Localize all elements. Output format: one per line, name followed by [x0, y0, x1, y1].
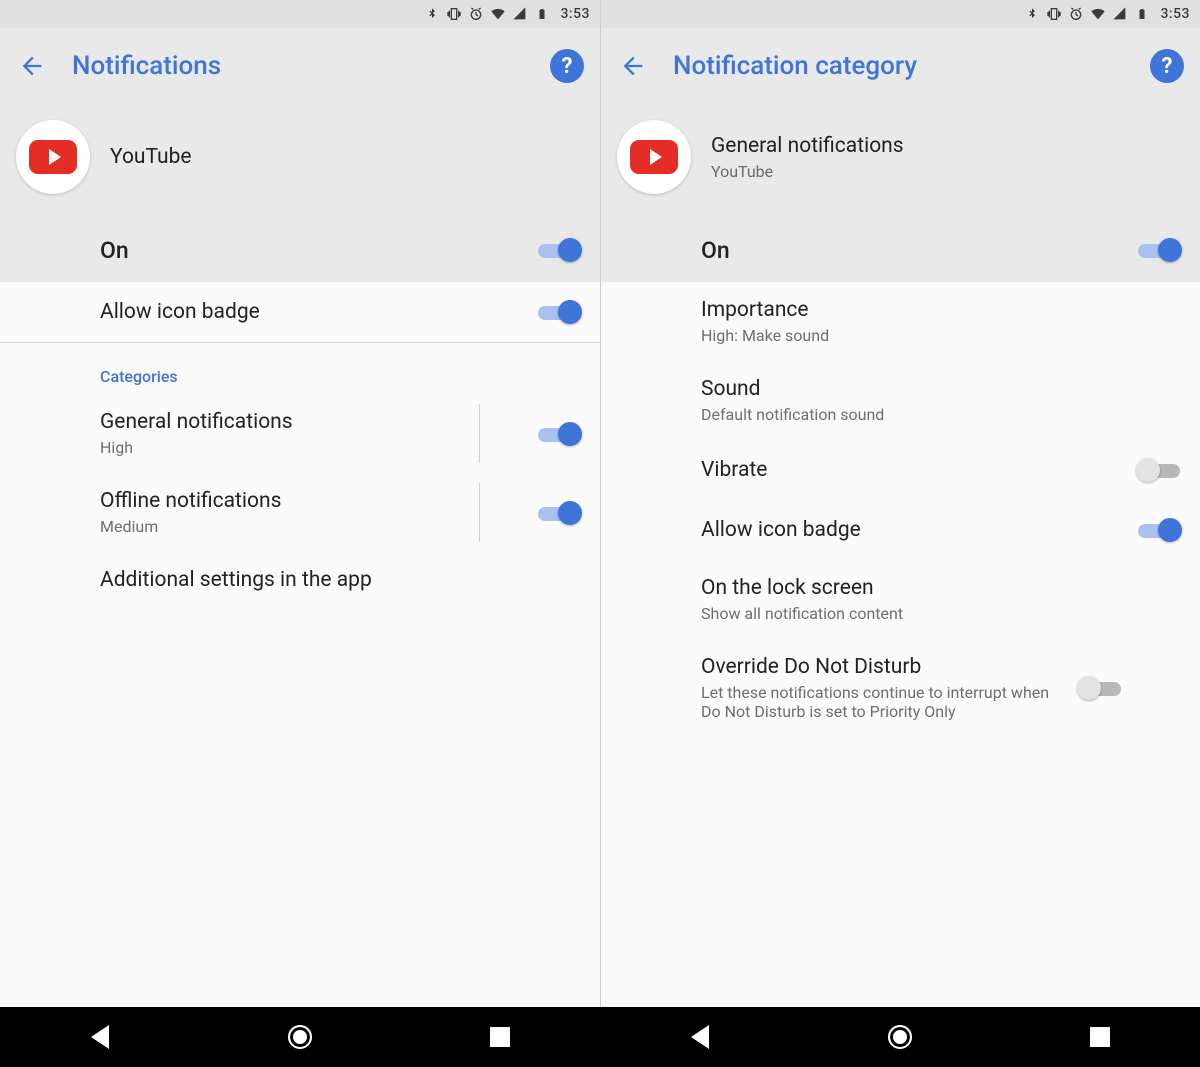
lock-screen-title: On the lock screen — [701, 576, 1182, 600]
status-bar: 3:53 — [0, 0, 600, 28]
importance-row[interactable]: Importance High: Make sound — [601, 282, 1200, 361]
additional-settings-label: Additional settings in the app — [100, 568, 582, 592]
override-dnd-sub: Let these notifications continue to inte… — [701, 683, 1061, 721]
nav-home-button[interactable] — [286, 1023, 314, 1051]
category-offline-toggle[interactable] — [536, 499, 582, 527]
importance-sub: High: Make sound — [701, 326, 1182, 345]
alarm-icon — [1068, 6, 1084, 22]
android-navbar — [0, 1007, 1200, 1067]
left-phone: 3:53 Notifications ? YouTube On — [0, 0, 600, 1007]
page-title: Notification category — [673, 51, 1132, 81]
categories-section-label: Categories — [0, 343, 600, 394]
category-general-row[interactable]: General notifications High — [0, 394, 600, 473]
nav-back-button[interactable] — [686, 1023, 714, 1051]
bluetooth-icon — [424, 6, 440, 22]
sound-row[interactable]: Sound Default notification sound — [601, 361, 1200, 440]
override-dnd-title: Override Do Not Disturb — [701, 655, 1061, 679]
right-header-area: Notification category ? General notifica… — [601, 28, 1200, 282]
category-general-sub: High — [100, 438, 520, 457]
category-general-toggle[interactable] — [536, 420, 582, 448]
category-offline-title: Offline notifications — [100, 489, 520, 513]
allow-icon-badge-toggle[interactable] — [536, 298, 582, 326]
sound-title: Sound — [701, 377, 1182, 401]
right-phone: 3:53 Notification category ? General not… — [600, 0, 1200, 1007]
battery-icon — [1134, 6, 1150, 22]
channel-title-label: General notifications — [711, 134, 904, 158]
allow-icon-badge-toggle[interactable] — [1136, 516, 1182, 544]
wifi-icon — [490, 6, 506, 22]
vibrate-icon — [446, 6, 462, 22]
status-time: 3:53 — [560, 6, 590, 22]
bluetooth-icon — [1024, 6, 1040, 22]
youtube-icon — [16, 120, 90, 194]
help-button[interactable]: ? — [1150, 49, 1184, 83]
vibrate-toggle[interactable] — [1136, 456, 1182, 484]
app-info-row[interactable]: YouTube — [0, 104, 600, 218]
youtube-icon — [617, 120, 691, 194]
right-content: Importance High: Make sound Sound Defaul… — [601, 282, 1200, 1007]
master-toggle-row[interactable]: On — [0, 218, 600, 282]
lock-screen-row[interactable]: On the lock screen Show all notification… — [601, 560, 1200, 639]
allow-icon-badge-label: Allow icon badge — [701, 518, 1120, 542]
alarm-icon — [468, 6, 484, 22]
nav-home-button[interactable] — [886, 1023, 914, 1051]
category-offline-sub: Medium — [100, 517, 520, 536]
app-name-label: YouTube — [110, 145, 192, 169]
signal-icon — [1112, 6, 1128, 22]
channel-toggle-label: On — [701, 237, 1120, 264]
category-offline-row[interactable]: Offline notifications Medium — [0, 473, 600, 552]
channel-info-row[interactable]: General notifications YouTube — [601, 104, 1200, 218]
status-bar: 3:53 — [601, 0, 1200, 28]
back-button[interactable] — [16, 50, 48, 82]
override-dnd-toggle[interactable] — [1077, 674, 1123, 702]
page-title: Notifications — [72, 51, 532, 81]
nav-recent-button[interactable] — [486, 1023, 514, 1051]
master-toggle-label: On — [100, 237, 520, 264]
nav-back-button[interactable] — [86, 1023, 114, 1051]
channel-toggle[interactable] — [1136, 236, 1182, 264]
importance-title: Importance — [701, 298, 1182, 322]
help-button[interactable]: ? — [550, 49, 584, 83]
sound-sub: Default notification sound — [701, 405, 1182, 424]
battery-icon — [534, 6, 550, 22]
signal-icon — [512, 6, 528, 22]
channel-toggle-row[interactable]: On — [601, 218, 1200, 282]
lock-screen-sub: Show all notification content — [701, 604, 1182, 623]
back-button[interactable] — [617, 50, 649, 82]
allow-icon-badge-label: Allow icon badge — [100, 300, 520, 324]
wifi-icon — [1090, 6, 1106, 22]
master-toggle[interactable] — [536, 236, 582, 264]
nav-recent-button[interactable] — [1086, 1023, 1114, 1051]
vibrate-icon — [1046, 6, 1062, 22]
vibrate-row[interactable]: Vibrate — [601, 440, 1200, 500]
status-time: 3:53 — [1160, 6, 1190, 22]
channel-subtitle-label: YouTube — [711, 162, 904, 181]
allow-icon-badge-row[interactable]: Allow icon badge — [601, 500, 1200, 560]
vibrate-label: Vibrate — [701, 458, 1120, 482]
override-dnd-row[interactable]: Override Do Not Disturb Let these notifi… — [601, 639, 1200, 737]
additional-settings-row[interactable]: Additional settings in the app — [0, 552, 600, 608]
category-general-title: General notifications — [100, 410, 520, 434]
allow-icon-badge-row[interactable]: Allow icon badge — [0, 282, 600, 342]
left-header-area: Notifications ? YouTube On — [0, 28, 600, 282]
left-content: Allow icon badge Categories General noti… — [0, 282, 600, 1007]
